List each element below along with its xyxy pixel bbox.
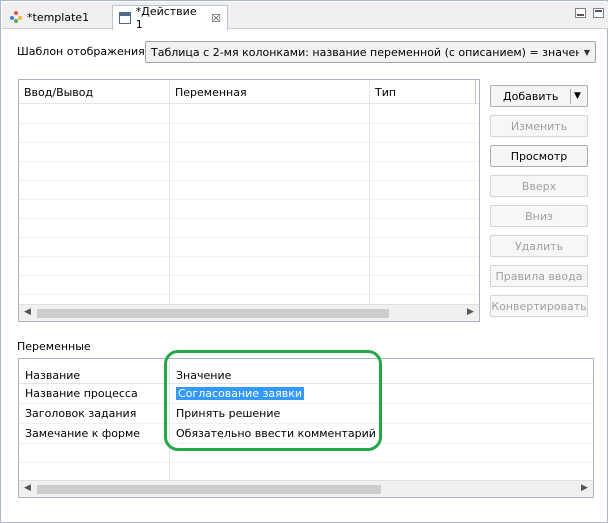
scrollbar-thumb[interactable]: [37, 485, 381, 494]
scroll-left-icon[interactable]: ◀: [24, 483, 31, 493]
template-select[interactable]: Таблица с 2-мя колонками: название перем…: [145, 41, 596, 63]
table-row[interactable]: Название процесса Согласование заявки: [19, 384, 593, 403]
chevron-down-icon[interactable]: ▼: [579, 48, 595, 57]
row-divider: [19, 161, 479, 162]
column-divider: [369, 80, 370, 306]
column-header-variable[interactable]: Переменная: [170, 80, 369, 104]
row-divider: [19, 123, 479, 124]
chevron-down-icon[interactable]: ▼: [574, 91, 581, 101]
tab-template1[interactable]: *template1: [4, 5, 112, 29]
variable-name: Название процесса: [25, 387, 138, 400]
minimize-icon[interactable]: [575, 8, 586, 18]
add-button[interactable]: Добавить ▼: [490, 85, 588, 107]
close-icon[interactable]: ☒: [211, 12, 221, 25]
row-divider: [19, 462, 593, 463]
variable-value[interactable]: Принять решение: [170, 404, 280, 423]
variable-name: Заголовок задания: [25, 407, 137, 420]
row-divider: [19, 180, 479, 181]
variables-label: Переменные: [17, 340, 91, 353]
add-button-label: Добавить: [503, 89, 559, 103]
window-icon: [119, 12, 131, 24]
edit-button[interactable]: Изменить: [490, 115, 588, 137]
row-divider: [19, 142, 479, 143]
row-divider: [19, 199, 479, 200]
row-divider: [19, 443, 593, 444]
row-divider: [19, 294, 479, 295]
view-button[interactable]: Просмотр: [490, 145, 588, 167]
table-row[interactable]: Заголовок задания Принять решение: [19, 404, 593, 423]
template-icon: [10, 11, 22, 23]
row-divider: [19, 256, 479, 257]
scroll-right-icon[interactable]: ▶: [581, 483, 588, 493]
variable-value-cell[interactable]: Согласование заявки: [170, 384, 305, 403]
variables-table[interactable]: Название Значение Название процесса Согл…: [18, 358, 594, 498]
scrollbar-thumb[interactable]: [37, 309, 389, 318]
column-divider: [475, 80, 476, 104]
row-divider: [19, 237, 479, 238]
variable-name: Замечание к форме: [25, 427, 141, 440]
column-divider: [169, 80, 170, 306]
tab-label: *Действие 1: [135, 5, 197, 31]
move-down-button[interactable]: Вниз: [490, 205, 588, 227]
io-table[interactable]: Ввод/Вывод Переменная Тип ◀ ▶: [18, 79, 480, 322]
table-row[interactable]: Замечание к форме Обязательно ввести ком…: [19, 424, 593, 443]
variables-table-scrollbar[interactable]: ◀ ▶: [19, 480, 593, 497]
scroll-left-icon[interactable]: ◀: [24, 307, 31, 317]
row-divider: [19, 275, 479, 276]
split-divider: [570, 89, 571, 104]
convert-button[interactable]: Конвертировать: [490, 295, 588, 317]
editor-window: *template1 *Действие 1 ☒ Шаблон отображе…: [0, 0, 608, 523]
delete-button[interactable]: Удалить: [490, 235, 588, 257]
variable-value[interactable]: Согласование заявки: [176, 387, 305, 400]
maximize-icon[interactable]: [593, 8, 604, 18]
template-select-value: Таблица с 2-мя колонками: название перем…: [151, 45, 579, 59]
tab-action1[interactable]: *Действие 1 ☒: [112, 5, 228, 31]
variable-value[interactable]: Обязательно ввести комментарий: [170, 424, 376, 443]
input-rules-button[interactable]: Правила ввода: [490, 265, 588, 287]
scroll-right-icon[interactable]: ▶: [467, 307, 474, 317]
io-table-scrollbar[interactable]: ◀ ▶: [19, 304, 479, 321]
column-header-type[interactable]: Тип: [370, 80, 470, 104]
template-label: Шаблон отображения: [17, 45, 145, 58]
column-header-io[interactable]: Ввод/Вывод: [19, 80, 169, 104]
io-table-header: Ввод/Вывод Переменная Тип: [19, 80, 479, 104]
tab-label: *template1: [27, 10, 90, 24]
row-divider: [19, 218, 479, 219]
move-up-button[interactable]: Вверх: [490, 175, 588, 197]
tab-bar: *template1 *Действие 1 ☒: [2, 2, 608, 31]
